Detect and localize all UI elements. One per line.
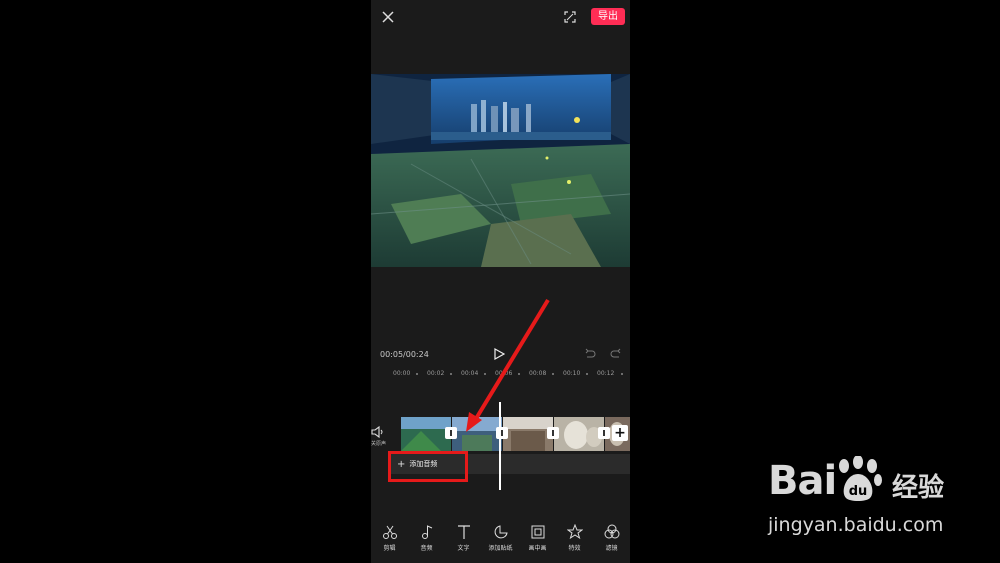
watermark-brand-cn: 经验: [892, 473, 945, 503]
paw-logo-icon: du: [839, 456, 882, 501]
baidu-jingyan-watermark: Bai du 经验 jingyan.baidu.com: [768, 456, 968, 543]
watermark-url: jingyan.baidu.com: [768, 514, 944, 536]
watermark-brand: Bai: [768, 458, 837, 504]
svg-text:du: du: [849, 484, 868, 499]
